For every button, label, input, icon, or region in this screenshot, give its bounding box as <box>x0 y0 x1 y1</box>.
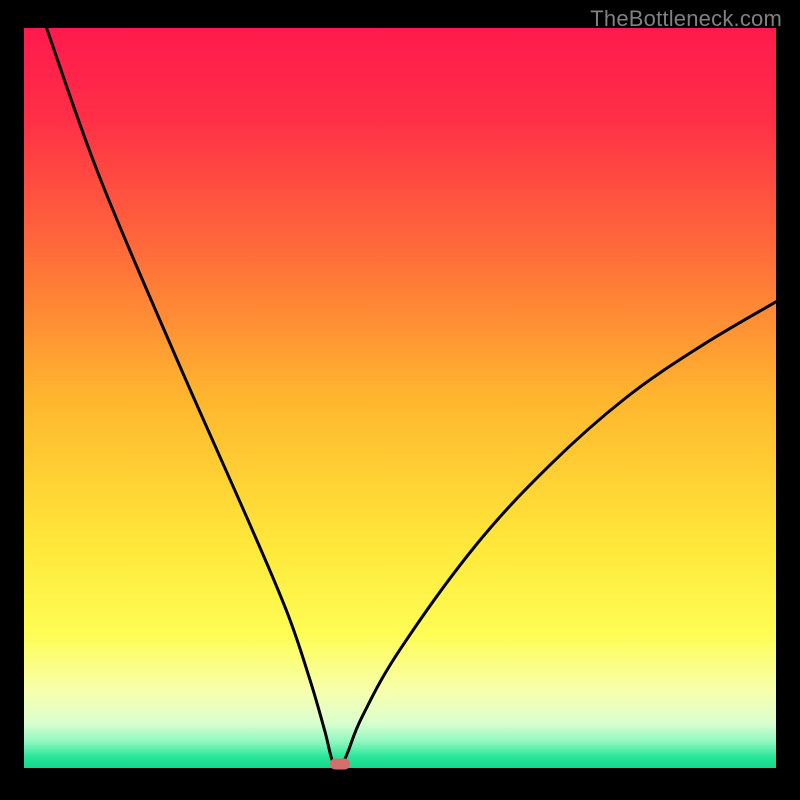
watermark-text: TheBottleneck.com <box>590 6 782 32</box>
chart-background-gradient <box>24 28 776 768</box>
optimal-point-marker <box>330 759 350 770</box>
chart-frame <box>24 28 776 768</box>
chart-plot-area <box>24 28 776 768</box>
